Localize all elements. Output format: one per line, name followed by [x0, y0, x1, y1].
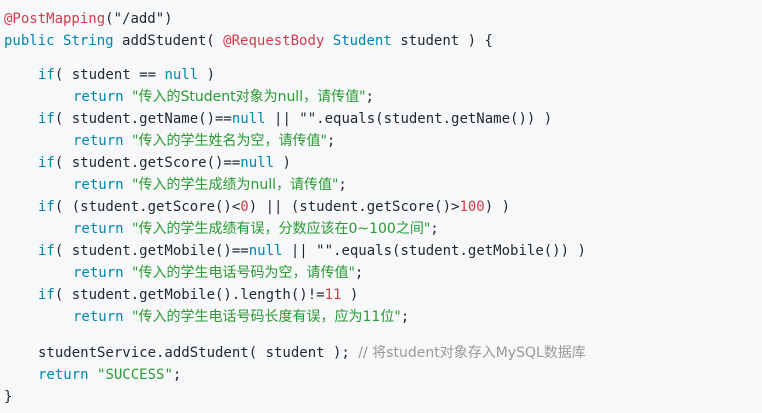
code-text: ( student ==	[54, 67, 165, 83]
string-token: "SUCCESS"	[97, 367, 173, 383]
code-text: )	[341, 287, 359, 303]
keyword-token: return	[73, 89, 124, 105]
code-line-7: return "传入的学生姓名为空，请传值";	[73, 130, 335, 152]
null-token: null	[248, 243, 283, 259]
keyword-token: if	[38, 199, 55, 215]
code-text: ;	[172, 367, 182, 383]
keyword-token: if	[38, 243, 55, 259]
code-line-4: if( student == null )	[38, 64, 215, 86]
code-text: ( student.getName()==	[54, 111, 232, 127]
comment-token: // 将student对象存入MySQL数据库	[358, 345, 586, 361]
code-text: ( student.getMobile()==	[54, 243, 249, 259]
code-line-1: @PostMapping("/add")	[4, 8, 173, 30]
null-token: null	[240, 155, 275, 171]
code-text: ("/add")	[105, 11, 173, 27]
keyword-token: return	[73, 177, 124, 193]
code-text: )	[198, 67, 216, 83]
code-line-11: return "传入的学生成绩有误，分数应该在0~100之间";	[73, 218, 439, 240]
number-token: 11	[324, 287, 342, 303]
code-line-17: studentService.addStudent( student ); //…	[38, 342, 586, 364]
code-line-8: if( student.getScore()==null )	[38, 152, 291, 174]
code-line-5: return "传入的Student对象为null，请传值";	[73, 86, 374, 108]
code-line-18: return "SUCCESS";	[38, 364, 181, 386]
number-token: 100	[459, 199, 485, 215]
keyword-token: return	[73, 221, 124, 237]
code-text: student ) {	[391, 33, 493, 49]
string-token: "传入的学生电话号码为空，请传值"	[132, 265, 355, 281]
code-text: || "".equals(student.getName()) )	[265, 111, 553, 127]
keyword-token: if	[38, 111, 55, 127]
code-text: ;	[338, 177, 347, 193]
keyword-token: if	[38, 287, 55, 303]
code-line-15: return "传入的学生电话号码长度有误，应为11位";	[73, 306, 409, 328]
code-text: ( student.getScore()==	[54, 155, 241, 171]
string-token: "传入的学生成绩为null，请传值"	[132, 177, 339, 193]
code-text: studentService.addStudent( student );	[38, 345, 359, 361]
null-token: null	[164, 67, 199, 83]
number-token: 0	[240, 199, 249, 215]
code-line-13: return "传入的学生电话号码为空，请传值";	[73, 262, 363, 284]
annotation-token: @PostMapping	[4, 11, 106, 27]
keyword-token: return	[73, 133, 124, 149]
keyword-token: return	[38, 367, 89, 383]
code-line-12: if( student.getMobile()==null || "".equa…	[38, 240, 586, 262]
code-line-2: public String addStudent( @RequestBody S…	[4, 30, 493, 52]
keyword-token: if	[38, 155, 55, 171]
code-line-19: }	[4, 386, 12, 408]
keyword-token: return	[73, 265, 124, 281]
code-text: ( (student.getScore()<	[54, 199, 241, 215]
code-text: ) )	[484, 199, 511, 215]
code-text: ) || (student.getScore()>	[248, 199, 460, 215]
string-token: "传入的学生姓名为空，请传值"	[132, 133, 327, 149]
code-text: )	[274, 155, 291, 171]
code-text: addStudent(	[113, 33, 224, 49]
code-text: ;	[400, 309, 410, 325]
keyword-token: return	[73, 309, 124, 325]
type-token: String	[63, 33, 114, 49]
code-text: ( student.getMobile().length()!=	[54, 287, 325, 303]
code-text: || "".equals(student.getMobile()) )	[282, 243, 586, 259]
code-line-10: if( (student.getScore()<0) || (student.g…	[38, 196, 510, 218]
code-line-9: return "传入的学生成绩为null，请传值";	[73, 174, 347, 196]
string-token: "传入的学生电话号码长度有误，应为11位"	[132, 309, 401, 325]
code-line-14: if( student.getMobile().length()!=11 )	[38, 284, 358, 306]
code-text: ;	[365, 89, 374, 105]
code-text: ;	[326, 133, 336, 149]
string-token: "传入的学生成绩有误，分数应该在0~100之间"	[132, 221, 431, 237]
code-text: ;	[430, 221, 439, 237]
null-token: null	[231, 111, 266, 127]
type-token: Student	[332, 33, 392, 49]
closing-brace: }	[4, 389, 13, 405]
annotation-token: @RequestBody	[223, 33, 325, 49]
string-token: "传入的Student对象为null，请传值"	[132, 89, 366, 105]
code-line-6: if( student.getName()==null || "".equals…	[38, 108, 552, 130]
keyword-token: public	[4, 33, 55, 49]
code-block: @PostMapping("/add") public String addSt…	[0, 0, 762, 413]
keyword-token: if	[38, 67, 55, 83]
code-text: ;	[354, 265, 364, 281]
